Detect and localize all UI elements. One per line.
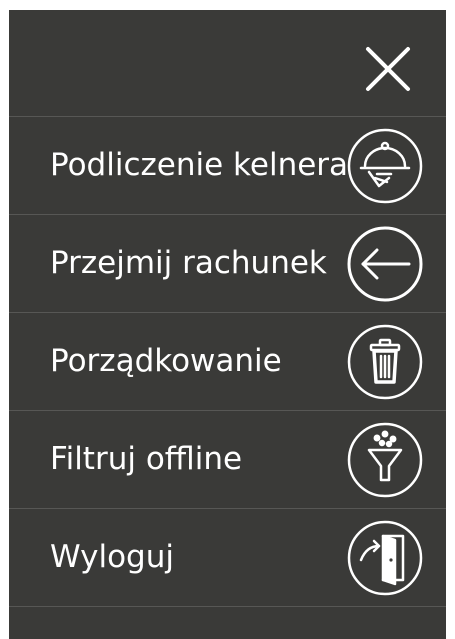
- close-icon: [366, 47, 410, 91]
- close-button[interactable]: [364, 45, 412, 93]
- menu-item-label: Wyloguj: [50, 539, 174, 575]
- menu-item-label: Porządkowanie: [50, 343, 282, 379]
- funnel-icon: [347, 422, 423, 498]
- menu-header: [9, 10, 446, 117]
- menu-item-filter-offline[interactable]: Filtruj offline: [9, 411, 446, 509]
- trash-icon: [347, 324, 423, 400]
- menu-item-label: Przejmij rachunek: [50, 245, 327, 281]
- arrow-left-icon: [347, 226, 423, 302]
- menu-item-waiter-settlement[interactable]: Podliczenie kelnera: [9, 117, 446, 215]
- menu-item-label: Filtruj offline: [50, 441, 243, 477]
- menu-item-take-over-bill[interactable]: Przejmij rachunek: [9, 215, 446, 313]
- menu-item-cleanup[interactable]: Porządkowanie: [9, 313, 446, 411]
- logout-door-icon: [347, 520, 423, 596]
- menu-item-label: Podliczenie kelnera: [50, 147, 349, 183]
- menu-item-logout[interactable]: Wyloguj: [9, 509, 446, 607]
- side-menu-panel: Podliczenie kelnera Przejmij rachunek Po: [9, 10, 446, 639]
- cloche-icon: [347, 128, 423, 204]
